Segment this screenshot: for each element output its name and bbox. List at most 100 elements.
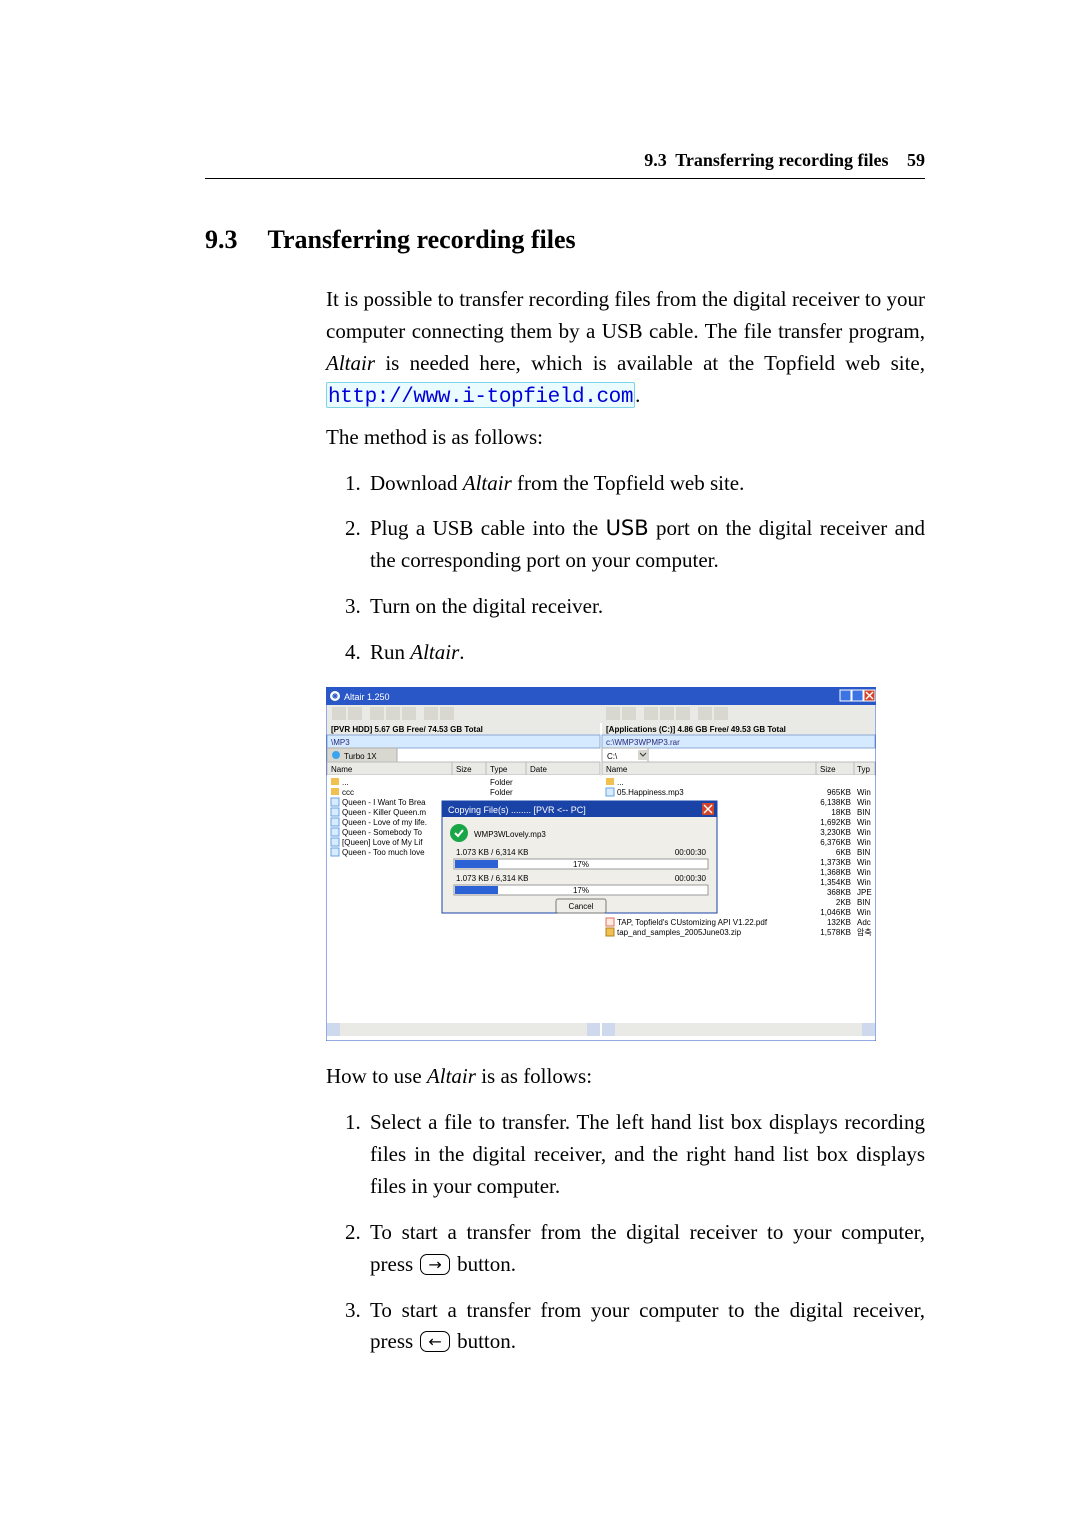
step-2: Plug a USB cable into the USB port on th… [366, 513, 925, 577]
svg-text:Win: Win [857, 798, 871, 807]
svg-text:Win: Win [857, 828, 871, 837]
col-size-right[interactable]: Size [820, 765, 836, 774]
svg-text:1,578KB: 1,578KB [820, 928, 851, 937]
svg-text:3,230KB: 3,230KB [820, 828, 851, 837]
svg-text:18KB: 18KB [831, 808, 851, 817]
svg-text:1,373KB: 1,373KB [820, 858, 851, 867]
arrow-left-key: ← [420, 1331, 449, 1352]
scroll-right-icon[interactable] [587, 1023, 600, 1036]
svg-text:BIN: BIN [857, 808, 871, 817]
svg-text:Win: Win [857, 788, 871, 797]
left-disk-stat: [PVR HDD] 5.67 GB Free/ 74.53 GB Total [331, 725, 483, 734]
howto-intro: How to use Altair is as follows: [326, 1061, 925, 1093]
minimize-icon[interactable] [840, 690, 851, 701]
svg-text:TAP, Topfield's CUstomizing AP: TAP, Topfield's CUstomizing API V1.22.pd… [617, 918, 768, 927]
altair-screenshot: Altair 1.250 [326, 687, 876, 1041]
folder-icon [606, 778, 614, 785]
col-size-left[interactable]: Size [456, 765, 472, 774]
svg-text:Win: Win [857, 878, 871, 887]
svg-text:1,046KB: 1,046KB [820, 908, 851, 917]
zip-icon [606, 928, 614, 936]
maximize-icon[interactable] [852, 690, 863, 701]
win-title: Altair 1.250 [344, 692, 390, 702]
svg-text:Queen - Killer Queen.m: Queen - Killer Queen.m [342, 808, 426, 817]
head-section-title: Transferring recording files [675, 150, 888, 170]
altair-name: Altair [326, 351, 375, 375]
svg-text:Turbo 1X: Turbo 1X [344, 752, 377, 761]
running-head: 9.3 Transferring recording files 59 [644, 150, 925, 171]
svg-text:\MP3: \MP3 [331, 738, 350, 747]
svg-text:Win: Win [857, 818, 871, 827]
svg-text:00:00:30: 00:00:30 [675, 848, 707, 857]
step-4: Run Altair. [366, 637, 925, 669]
svg-text:Folder: Folder [490, 788, 513, 797]
svg-text:965KB: 965KB [827, 788, 851, 797]
svg-text:6KB: 6KB [836, 848, 851, 857]
svg-text:2KB: 2KB [836, 898, 851, 907]
pdf-icon [606, 918, 614, 926]
arrow-right-key: → [420, 1254, 449, 1275]
svg-text:압축: 압축 [857, 928, 872, 937]
file-icon [331, 798, 339, 806]
file-icon [331, 838, 339, 846]
header-rule [205, 178, 925, 179]
svg-text:tap_and_samples_2005June03.zip: tap_and_samples_2005June03.zip [617, 928, 742, 937]
svg-text:Cancel: Cancel [569, 902, 594, 911]
left-toolbar[interactable] [332, 707, 454, 720]
window-buttons [840, 690, 875, 701]
right-toolbar[interactable] [606, 707, 728, 720]
section-number: 9.3 [205, 225, 238, 254]
svg-text:BIN: BIN [857, 898, 871, 907]
step-3: Turn on the digital receiver. [366, 591, 925, 623]
svg-text:Win: Win [857, 908, 871, 917]
scroll-left-icon[interactable] [327, 1023, 340, 1036]
svg-text:Queen - Too much love: Queen - Too much love [342, 848, 425, 857]
svg-text:05.Happiness.mp3: 05.Happiness.mp3 [617, 788, 684, 797]
svg-text:C:\: C:\ [607, 752, 618, 761]
svg-text:00:00:30: 00:00:30 [675, 874, 707, 883]
topfield-url[interactable]: http://www.i-topfield.com [326, 382, 635, 408]
svg-text:Queen - Somebody To: Queen - Somebody To [342, 828, 422, 837]
svg-text:Win: Win [857, 838, 871, 847]
svg-text:1,368KB: 1,368KB [820, 868, 851, 877]
scroll-left-icon[interactable] [602, 1023, 615, 1036]
section-title: Transferring recording files [268, 225, 576, 254]
svg-text:Adc: Adc [857, 918, 871, 927]
col-name-left[interactable]: Name [331, 765, 353, 774]
section-heading: 9.3 Transferring recording files [205, 225, 576, 255]
svg-text:[Queen] Love of My Lif: [Queen] Love of My Lif [342, 838, 423, 847]
file-icon [331, 828, 339, 836]
svg-text:...: ... [342, 778, 349, 787]
intro-b: is needed here, which is available at th… [375, 351, 925, 375]
intro-a: It is possible to transfer recording fil… [326, 287, 925, 343]
col-typ-right[interactable]: Typ [857, 765, 870, 774]
file-icon [331, 848, 339, 856]
howto-step-3: To start a transfer from your computer t… [366, 1295, 925, 1359]
svg-text:1.073 KB / 6,314 KB: 1.073 KB / 6,314 KB [456, 848, 529, 857]
col-date-left[interactable]: Date [530, 765, 547, 774]
svg-text:Queen - Love of my life.: Queen - Love of my life. [342, 818, 427, 827]
folder-icon [331, 788, 339, 795]
svg-text:17%: 17% [573, 860, 589, 869]
svg-text:Win: Win [857, 868, 871, 877]
svg-text:368KB: 368KB [827, 888, 851, 897]
file-icon [331, 808, 339, 816]
method-steps: Download Altair from the Topfield web si… [326, 468, 925, 670]
file-icon [331, 818, 339, 826]
svg-text:17%: 17% [573, 886, 589, 895]
step-1: Download Altair from the Topfield web si… [366, 468, 925, 500]
col-name-right[interactable]: Name [606, 765, 628, 774]
svg-text:1,692KB: 1,692KB [820, 818, 851, 827]
left-path-field[interactable] [327, 735, 600, 748]
svg-text:ccc: ccc [342, 788, 354, 797]
dialog-title: Copying File(s) ........ [PVR <-- PC] [448, 805, 586, 815]
col-type-left[interactable]: Type [490, 765, 508, 774]
scroll-right-icon[interactable] [862, 1023, 875, 1036]
howto-steps: Select a file to transfer. The left hand… [326, 1107, 925, 1358]
svg-text:1,354KB: 1,354KB [820, 878, 851, 887]
svg-text:1.073 KB / 6,314 KB: 1.073 KB / 6,314 KB [456, 874, 529, 883]
intro-paragraph: It is possible to transfer recording fil… [326, 284, 925, 414]
svg-text:...: ... [617, 778, 624, 787]
svg-text:BIN: BIN [857, 848, 871, 857]
svg-text:JPE: JPE [857, 888, 872, 897]
